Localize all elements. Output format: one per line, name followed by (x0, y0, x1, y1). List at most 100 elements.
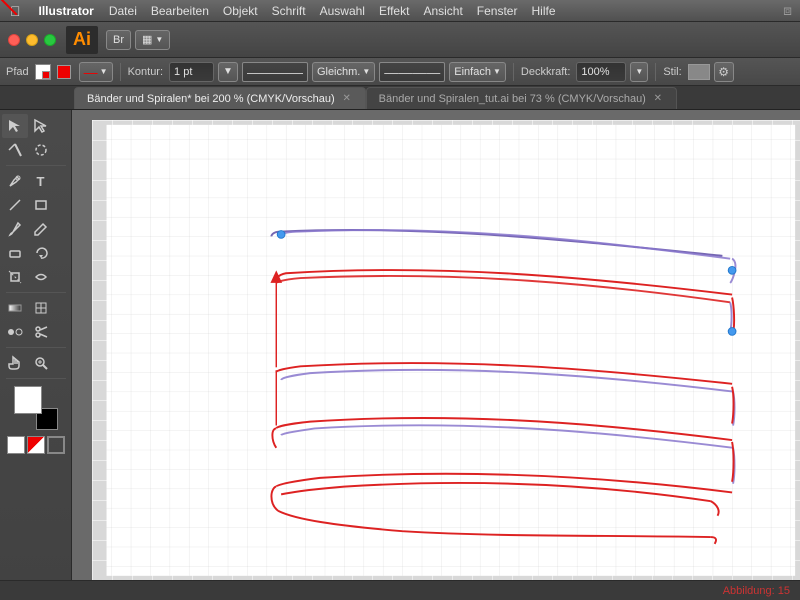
tool-row-9 (2, 320, 70, 344)
maximize-button[interactable] (44, 34, 56, 46)
stroke-style-preview: ———— (242, 62, 308, 82)
titlebar: Ai Br ▦ ▼ (0, 22, 800, 58)
stil-label: Stil: (663, 66, 681, 78)
close-button[interactable] (8, 34, 20, 46)
path-label: Pfad (6, 66, 29, 78)
tab-active-close[interactable]: ✕ (341, 93, 353, 105)
rect-btn[interactable] (28, 193, 54, 217)
tabs: Bänder und Spiralen* bei 200 % (CMYK/Vor… (0, 86, 800, 110)
stroke-line: ———— (247, 64, 303, 80)
arrange-button[interactable]: ▦ ▼ (135, 30, 170, 50)
selection-tool-btn[interactable] (2, 114, 28, 138)
brush-btn[interactable] (2, 217, 28, 241)
lasso-btn[interactable] (28, 138, 54, 162)
stroke-end-line: ———— (384, 64, 440, 80)
gleichm-label: Gleichm. (317, 66, 360, 78)
tool-row-6 (2, 241, 70, 265)
kontur-field[interactable] (169, 62, 214, 82)
menu-bearbeiten[interactable]: Bearbeiten (144, 0, 216, 22)
stroke-end-preview: ———— (379, 62, 445, 82)
line-btn[interactable] (2, 193, 28, 217)
tool-row-3: T (2, 169, 70, 193)
gleichm-dropdown[interactable]: Gleichm. ▼ (312, 62, 375, 82)
tab-inactive-label: Bänder und Spiralen_tut.ai bei 73 % (CMY… (379, 93, 646, 105)
opacity-dropdown[interactable]: ▼ (630, 62, 648, 82)
divider-1 (120, 63, 121, 81)
traffic-lights (8, 34, 56, 46)
direct-selection-tool-btn[interactable] (28, 114, 54, 138)
none-btn[interactable] (47, 436, 65, 454)
hand-btn[interactable] (2, 351, 28, 375)
einfach-dropdown[interactable]: Einfach ▼ (449, 62, 506, 82)
main-area: T (0, 110, 800, 600)
type-btn[interactable]: T (28, 169, 54, 193)
menu-auswahl[interactable]: Auswahl (313, 0, 372, 22)
einfach-label: Einfach (454, 66, 491, 78)
minimize-button[interactable] (26, 34, 38, 46)
controlbar: Pfad — ▼ Kontur: ▼ ———— Gleichm. ▼ ———— … (0, 58, 800, 86)
foreground-swatch[interactable] (14, 386, 42, 414)
mesh-btn[interactable] (28, 296, 54, 320)
app-name[interactable]: Illustrator (31, 0, 102, 22)
br-button[interactable]: Br (106, 30, 131, 50)
tool-sep-1 (6, 165, 66, 166)
stroke-options-dropdown[interactable]: — ▼ (79, 62, 113, 82)
rotate-btn[interactable] (28, 241, 54, 265)
pt-dropdown[interactable]: ▼ (218, 62, 238, 82)
tool-row-4 (2, 193, 70, 217)
tool-sep-4 (6, 378, 66, 379)
divider-3 (655, 63, 656, 81)
menu-hilfe[interactable]: Hilfe (524, 0, 562, 22)
artwork-svg[interactable] (92, 120, 800, 586)
pen-btn[interactable] (2, 169, 28, 193)
canvas-area[interactable] (72, 110, 800, 600)
divider-2 (513, 63, 514, 81)
tab-inactive-close[interactable]: ✕ (652, 93, 664, 105)
arrange-icon: ▦ (142, 33, 152, 46)
menu-fenster[interactable]: Fenster (470, 0, 525, 22)
magic-wand-btn[interactable] (2, 138, 28, 162)
tool-row-10 (2, 351, 70, 375)
eraser-btn[interactable] (2, 241, 28, 265)
gradient-color-btn[interactable] (27, 436, 45, 454)
scissors-btn[interactable] (28, 320, 54, 344)
scale-btn[interactable] (2, 265, 28, 289)
color-btn[interactable] (7, 436, 25, 454)
tool-row-5 (2, 217, 70, 241)
toolbar: T (0, 110, 72, 600)
menu-ansicht[interactable]: Ansicht (416, 0, 469, 22)
warp-btn[interactable] (28, 265, 54, 289)
opacity-field[interactable] (576, 62, 626, 82)
tab-active-label: Bänder und Spiralen* bei 200 % (CMYK/Vor… (87, 93, 335, 105)
tool-sep-2 (6, 292, 66, 293)
zoom-btn[interactable] (28, 351, 54, 375)
menu-schrift[interactable]: Schrift (265, 0, 313, 22)
tool-row-8 (2, 296, 70, 320)
dropbox-icon: ⧈ (783, 2, 792, 19)
tool-row-1 (2, 114, 70, 138)
tab-inactive[interactable]: Bänder und Spiralen_tut.ai bei 73 % (CMY… (366, 87, 677, 109)
pencil-btn[interactable] (28, 217, 54, 241)
color-mode-row (7, 436, 65, 454)
menu-objekt[interactable]: Objekt (216, 0, 265, 22)
fill-swatch[interactable] (35, 64, 51, 80)
pt-label: ▼ (223, 66, 233, 77)
gradient-btn[interactable] (2, 296, 28, 320)
ai-logo: Ai (66, 26, 98, 54)
tool-sep-3 (6, 347, 66, 348)
kontur-label: Kontur: (128, 66, 163, 78)
deckkraft-label: Deckkraft: (521, 66, 571, 78)
arrange-arrow: ▼ (155, 35, 163, 44)
stil-swatch[interactable] (688, 64, 710, 80)
menu-effekt[interactable]: Effekt (372, 0, 416, 22)
tool-row-2 (2, 138, 70, 162)
stroke-swatch[interactable] (57, 65, 71, 79)
statusbar: Abbildung: 15 (0, 580, 800, 600)
menu-datei[interactable]: Datei (102, 0, 144, 22)
blend-btn[interactable] (2, 320, 28, 344)
settings-button[interactable]: ⚙ (714, 62, 734, 82)
status-text: Abbildung: 15 (723, 585, 790, 597)
tab-active[interactable]: Bänder und Spiralen* bei 200 % (CMYK/Vor… (74, 87, 366, 109)
tool-row-7 (2, 265, 70, 289)
color-swatches (14, 386, 58, 430)
